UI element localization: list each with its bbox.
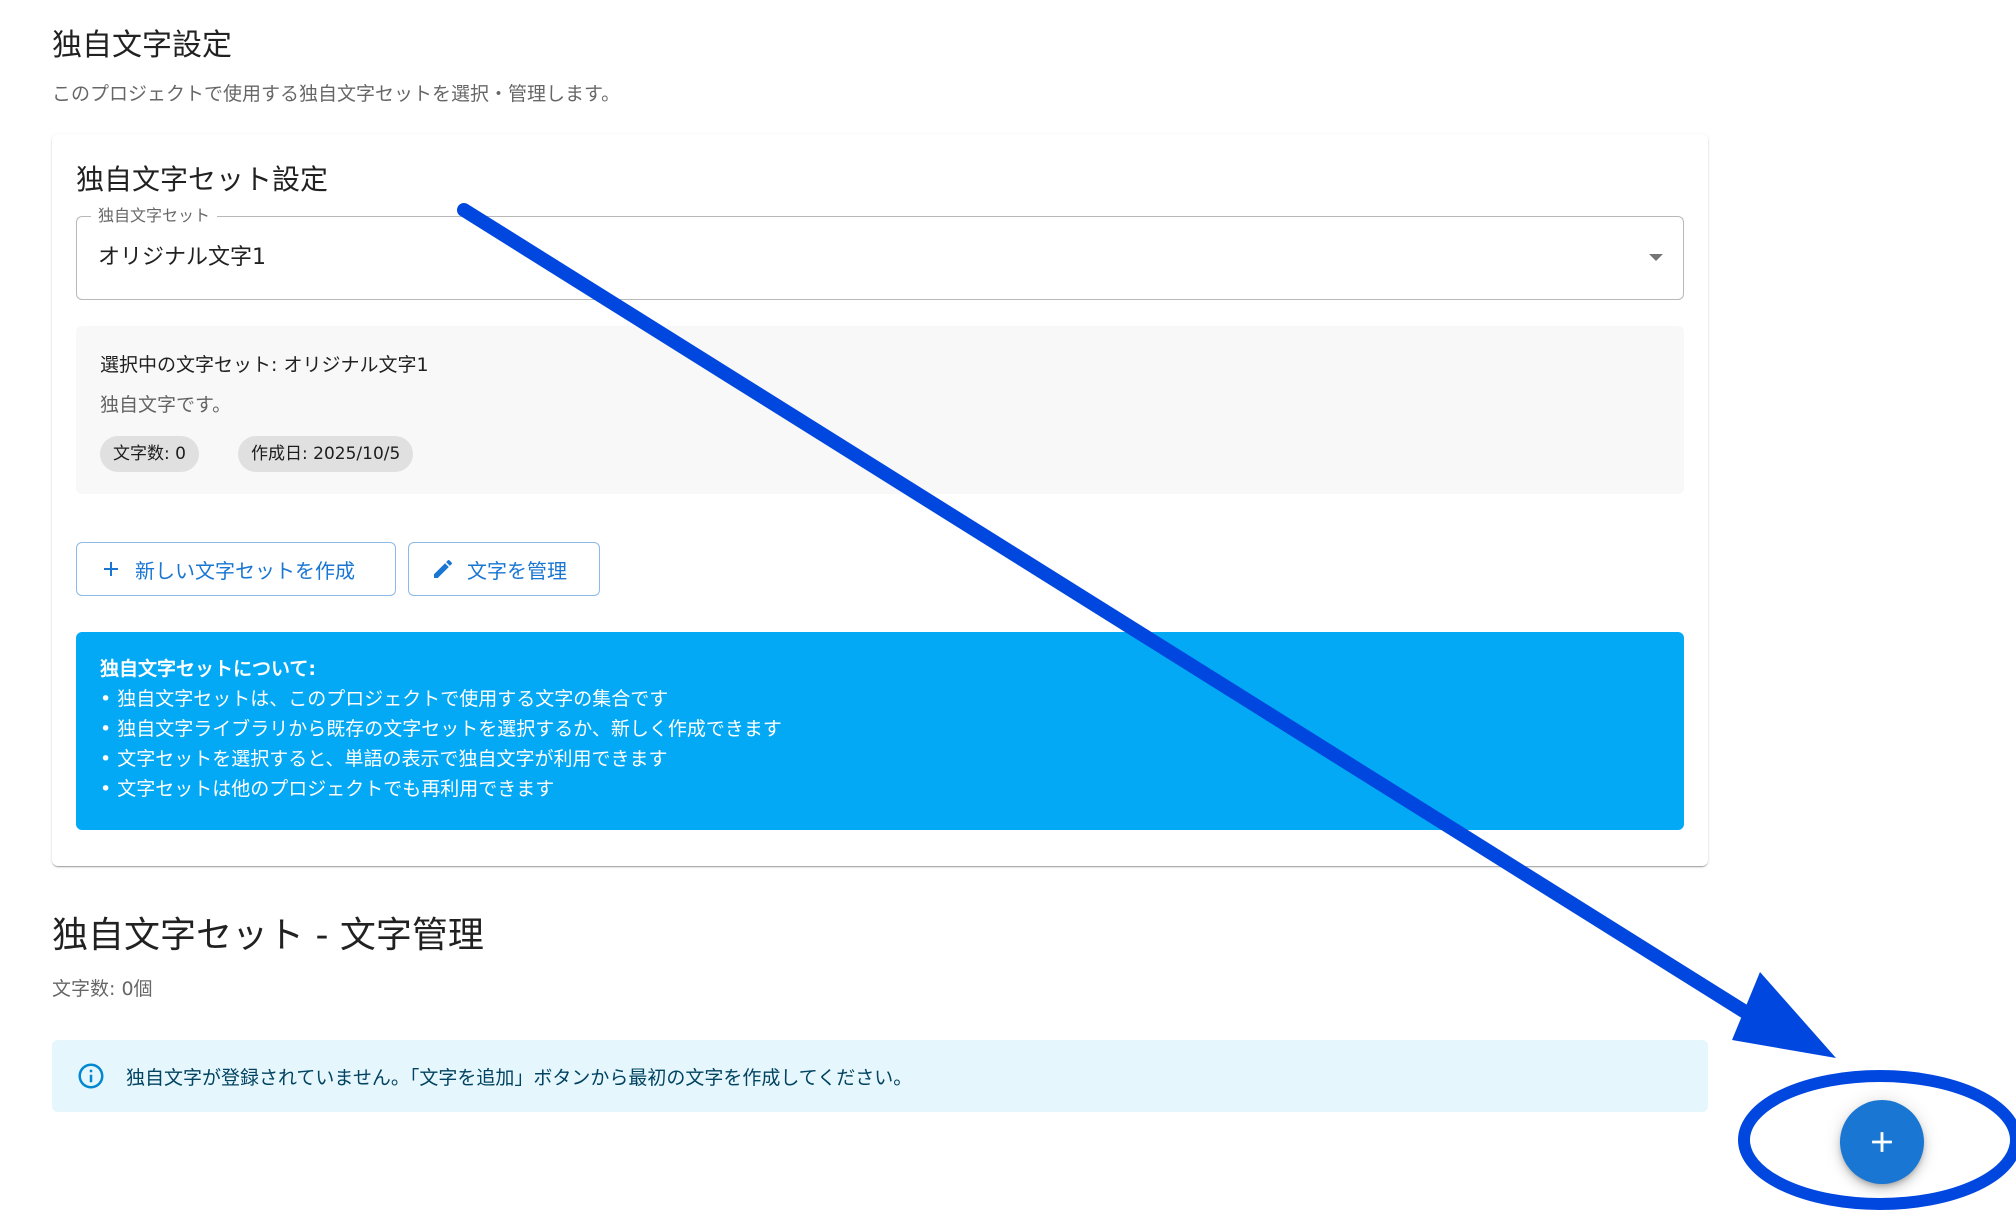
plus-icon xyxy=(99,557,123,581)
page-subtitle: このプロジェクトで使用する独自文字セットを選択・管理します。 xyxy=(52,83,621,105)
created-date-chip: 作成日: 2025/10/5 xyxy=(238,436,414,472)
create-charset-button[interactable]: 新しい文字セットを作成 xyxy=(76,542,396,596)
pencil-icon xyxy=(431,557,455,581)
manage-chars-button[interactable]: 文字を管理 xyxy=(408,542,600,596)
plus-icon xyxy=(1865,1125,1899,1159)
char-management-title: 独自文字セット - 文字管理 xyxy=(52,915,484,956)
char-count-chip: 文字数: 0 xyxy=(100,436,199,472)
about-line: • 文字セットは他のプロジェクトでも再利用できます xyxy=(100,778,555,800)
add-char-fab-button[interactable] xyxy=(1840,1100,1924,1184)
about-line: • 独自文字ライブラリから既存の文字セットを選択するか、新しく作成できます xyxy=(100,718,782,740)
about-line: • 独自文字セットは、このプロジェクトで使用する文字の集合です xyxy=(100,688,669,710)
create-charset-label: 新しい文字セットを作成 xyxy=(135,558,355,583)
annotation-arrow-head xyxy=(1732,972,1836,1058)
manage-chars-label: 文字を管理 xyxy=(467,558,567,583)
charset-select[interactable]: 独自文字セット オリジナル文字1 xyxy=(76,204,1684,300)
chevron-down-icon[interactable] xyxy=(1649,254,1663,261)
about-charset-box: 独自文字セットについて: • 独自文字セットは、このプロジェクトで使用する文字の… xyxy=(76,632,1684,830)
selected-charset-info: 選択中の文字セット: オリジナル文字1 独自文字です。 文字数: 0 作成日: … xyxy=(76,326,1684,494)
about-line: • 文字セットを選択すると、単語の表示で独自文字が利用できます xyxy=(100,748,668,770)
selected-charset-name: 選択中の文字セット: オリジナル文字1 xyxy=(100,354,429,376)
char-management-count: 文字数: 0個 xyxy=(52,978,153,1000)
selected-charset-description: 独自文字です。 xyxy=(100,394,232,416)
about-title: 独自文字セットについて: xyxy=(100,658,317,680)
empty-chars-alert: 独自文字が登録されていません。「文字を追加」ボタンから最初の文字を作成してくださ… xyxy=(52,1040,1708,1112)
page-title: 独自文字設定 xyxy=(52,28,232,63)
info-icon xyxy=(76,1061,106,1091)
empty-chars-message: 独自文字が登録されていません。「文字を追加」ボタンから最初の文字を作成してくださ… xyxy=(126,1066,913,1089)
charset-settings-card: 独自文字セット設定 独自文字セット オリジナル文字1 選択中の文字セット: オリ… xyxy=(52,134,1708,866)
charset-select-label: 独自文字セット xyxy=(91,204,218,228)
card-title: 独自文字セット設定 xyxy=(76,163,329,196)
charset-select-value: オリジナル文字1 xyxy=(98,245,266,270)
